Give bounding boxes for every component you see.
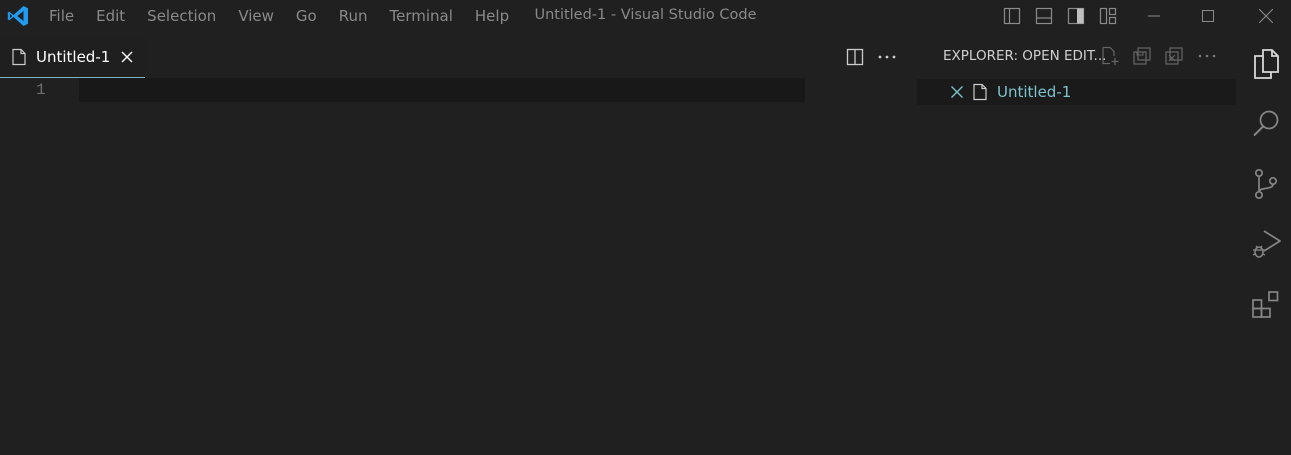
menu-view[interactable]: View — [227, 0, 285, 32]
toggle-primary-sidebar-icon[interactable] — [996, 4, 1028, 28]
menu-file[interactable]: File — [38, 0, 85, 32]
close-editor-icon[interactable] — [948, 83, 966, 105]
explorer-icon[interactable] — [1243, 41, 1289, 87]
file-icon — [11, 48, 27, 70]
maximize-button[interactable] — [1185, 0, 1231, 32]
extensions-icon[interactable] — [1243, 282, 1289, 328]
close-icon — [1259, 9, 1273, 23]
open-editor-item[interactable]: Untitled-1 — [917, 79, 1236, 105]
new-untitled-file-icon[interactable] — [1098, 45, 1122, 67]
more-actions-icon[interactable] — [1195, 45, 1219, 67]
menu-edit[interactable]: Edit — [85, 0, 136, 32]
menu-go[interactable]: Go — [285, 0, 328, 32]
menu-selection[interactable]: Selection — [136, 0, 227, 32]
line-number: 1 — [36, 81, 46, 99]
save-all-icon[interactable] — [1130, 45, 1154, 67]
editor-text-area[interactable] — [79, 78, 805, 102]
minimize-icon — [1148, 15, 1160, 17]
menu-terminal[interactable]: Terminal — [379, 0, 464, 32]
close-all-icon[interactable] — [1162, 45, 1186, 67]
close-window-button[interactable] — [1243, 0, 1289, 32]
menu-run[interactable]: Run — [328, 0, 379, 32]
file-icon — [972, 83, 988, 105]
tab-close-icon[interactable] — [117, 47, 137, 67]
split-editor-icon[interactable] — [843, 46, 867, 68]
open-editors-title: EXPLORER: OPEN EDIT... — [943, 48, 1107, 64]
source-control-icon[interactable] — [1243, 161, 1289, 207]
minimize-button[interactable] — [1131, 0, 1177, 32]
toggle-secondary-sidebar-icon[interactable] — [1060, 4, 1092, 28]
more-actions-icon[interactable] — [875, 46, 899, 68]
layout-controls — [996, 4, 1124, 28]
open-editor-label: Untitled-1 — [997, 83, 1072, 101]
menu-bar: File Edit Selection View Go Run Terminal… — [38, 0, 520, 32]
vscode-logo-icon[interactable] — [6, 4, 30, 28]
tab-untitled-1[interactable]: Untitled-1 — [0, 37, 145, 78]
menu-help[interactable]: Help — [464, 0, 520, 32]
run-and-debug-icon[interactable] — [1243, 221, 1289, 267]
customize-layout-icon[interactable] — [1092, 4, 1124, 28]
search-icon[interactable] — [1243, 100, 1289, 146]
maximize-icon — [1202, 10, 1214, 22]
toggle-panel-icon[interactable] — [1028, 4, 1060, 28]
tab-label: Untitled-1 — [36, 48, 111, 66]
title-bar: File Edit Selection View Go Run Terminal… — [0, 0, 1291, 32]
